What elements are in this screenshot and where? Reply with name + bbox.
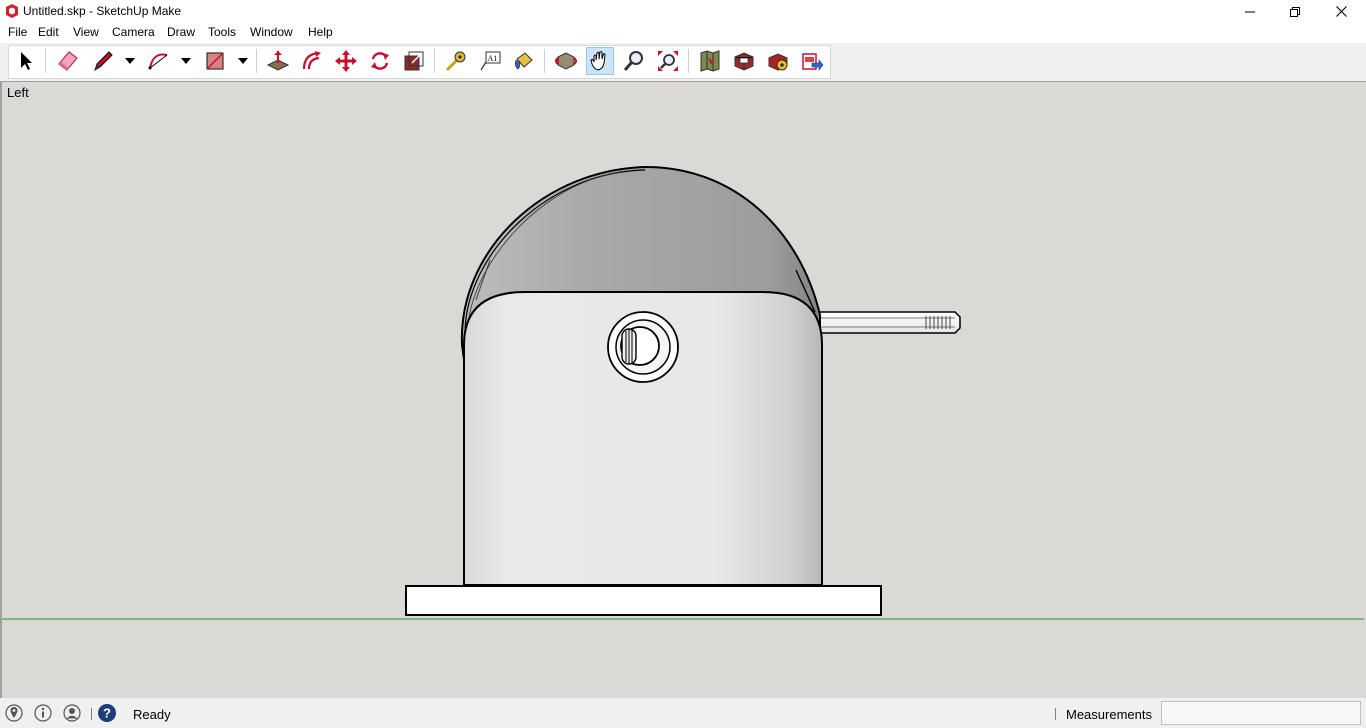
model-drawing bbox=[2, 165, 1364, 620]
rectangle-dropdown[interactable] bbox=[236, 47, 250, 75]
share-model-icon bbox=[734, 52, 754, 71]
user-account-icon[interactable] bbox=[63, 704, 81, 722]
send-to-layout-button[interactable] bbox=[798, 47, 826, 75]
window-title: Untitled.skp - SketchUp Make bbox=[23, 4, 182, 18]
chevron-down-icon bbox=[238, 58, 248, 64]
zoom-tool-button[interactable] bbox=[620, 47, 648, 75]
pan-icon bbox=[590, 51, 606, 71]
move-icon bbox=[335, 50, 357, 72]
menu-edit[interactable]: Edit bbox=[38, 25, 59, 39]
toolbar-separator bbox=[688, 49, 689, 73]
paint-bucket-icon bbox=[514, 52, 533, 70]
status-text: Ready bbox=[133, 707, 171, 722]
toolbar-separator bbox=[544, 49, 545, 73]
extension-warehouse-button[interactable] bbox=[764, 47, 792, 75]
menu-file[interactable]: File bbox=[8, 25, 27, 39]
orbit-icon bbox=[555, 52, 577, 70]
zoom-icon bbox=[623, 51, 643, 71]
menu-window[interactable]: Window bbox=[250, 25, 293, 39]
move-tool-button[interactable] bbox=[332, 47, 360, 75]
menu-camera[interactable]: Camera bbox=[112, 25, 155, 39]
push-pull-icon bbox=[266, 51, 290, 71]
line-icon bbox=[94, 51, 113, 72]
rectangle-tool-button[interactable] bbox=[201, 47, 229, 75]
toolbar-separator bbox=[256, 49, 257, 73]
zoom-extents-tool-button[interactable] bbox=[654, 47, 682, 75]
chevron-down-icon bbox=[181, 58, 191, 64]
title-bar: Untitled.skp - SketchUp Make bbox=[0, 0, 1366, 23]
tape-measure-icon bbox=[445, 51, 466, 72]
eraser-icon bbox=[58, 51, 78, 71]
minimize-button[interactable] bbox=[1227, 0, 1273, 23]
svg-text:?: ? bbox=[103, 706, 111, 721]
offset-tool-button[interactable] bbox=[298, 47, 326, 75]
orbit-tool-button[interactable] bbox=[552, 47, 580, 75]
menu-bar: File Edit View Camera Draw Tools Window … bbox=[0, 23, 1366, 43]
geo-location-icon[interactable] bbox=[5, 704, 23, 722]
sketchup-logo-icon bbox=[6, 4, 18, 18]
toolbar-separator bbox=[434, 49, 435, 73]
text-icon: A1 bbox=[480, 51, 501, 71]
warehouse-icon bbox=[700, 50, 720, 72]
zoom-extents-icon bbox=[658, 51, 678, 71]
status-bar: ? Ready Measurements bbox=[0, 698, 1366, 728]
line-tool-button[interactable] bbox=[89, 47, 117, 75]
chevron-down-icon bbox=[125, 58, 135, 64]
arc-icon bbox=[148, 53, 168, 70]
menu-draw[interactable]: Draw bbox=[167, 25, 195, 39]
text-tool-button[interactable]: A1 bbox=[476, 47, 504, 75]
rotate-icon bbox=[371, 52, 389, 70]
status-separator bbox=[1055, 708, 1056, 720]
extension-warehouse-icon bbox=[768, 53, 788, 71]
tape-measure-tool-button[interactable] bbox=[442, 47, 470, 75]
restore-icon bbox=[1290, 6, 1300, 17]
push-pull-tool-button[interactable] bbox=[264, 47, 292, 75]
arc-tool-button[interactable] bbox=[145, 47, 173, 75]
minimize-icon bbox=[1245, 11, 1255, 12]
base-plate bbox=[405, 585, 882, 616]
share-model-button[interactable] bbox=[730, 47, 758, 75]
menu-help[interactable]: Help bbox=[308, 25, 333, 39]
drawing-viewport[interactable]: Left bbox=[0, 81, 1366, 698]
offset-icon bbox=[302, 51, 321, 70]
send-to-layout-icon bbox=[802, 53, 824, 71]
rotate-tool-button[interactable] bbox=[366, 47, 394, 75]
toolbar: A1 bbox=[0, 43, 1366, 81]
menu-tools[interactable]: Tools bbox=[208, 25, 236, 39]
scale-tool-button[interactable] bbox=[400, 47, 428, 75]
side-shaft bbox=[817, 311, 961, 334]
select-icon bbox=[21, 52, 32, 70]
warehouse-button[interactable] bbox=[696, 47, 724, 75]
scale-icon bbox=[404, 51, 424, 71]
svg-text:A1: A1 bbox=[488, 54, 498, 63]
select-tool-button[interactable] bbox=[12, 47, 40, 75]
pan-tool-button[interactable] bbox=[586, 47, 614, 75]
toolbar-separator bbox=[45, 49, 46, 73]
menu-view[interactable]: View bbox=[73, 25, 99, 39]
eraser-tool-button[interactable] bbox=[54, 47, 82, 75]
measurements-input[interactable] bbox=[1161, 701, 1361, 725]
close-icon bbox=[1335, 6, 1347, 17]
close-button[interactable] bbox=[1318, 0, 1364, 23]
measurements-label: Measurements bbox=[1066, 707, 1152, 722]
status-separator bbox=[91, 708, 92, 720]
credits-info-icon[interactable] bbox=[34, 704, 52, 722]
restore-button[interactable] bbox=[1272, 0, 1318, 23]
paint-bucket-tool-button[interactable] bbox=[510, 47, 538, 75]
rectangle-icon bbox=[206, 52, 224, 70]
line-dropdown[interactable] bbox=[123, 47, 137, 75]
help-icon[interactable]: ? bbox=[97, 703, 117, 723]
arc-dropdown[interactable] bbox=[179, 47, 193, 75]
